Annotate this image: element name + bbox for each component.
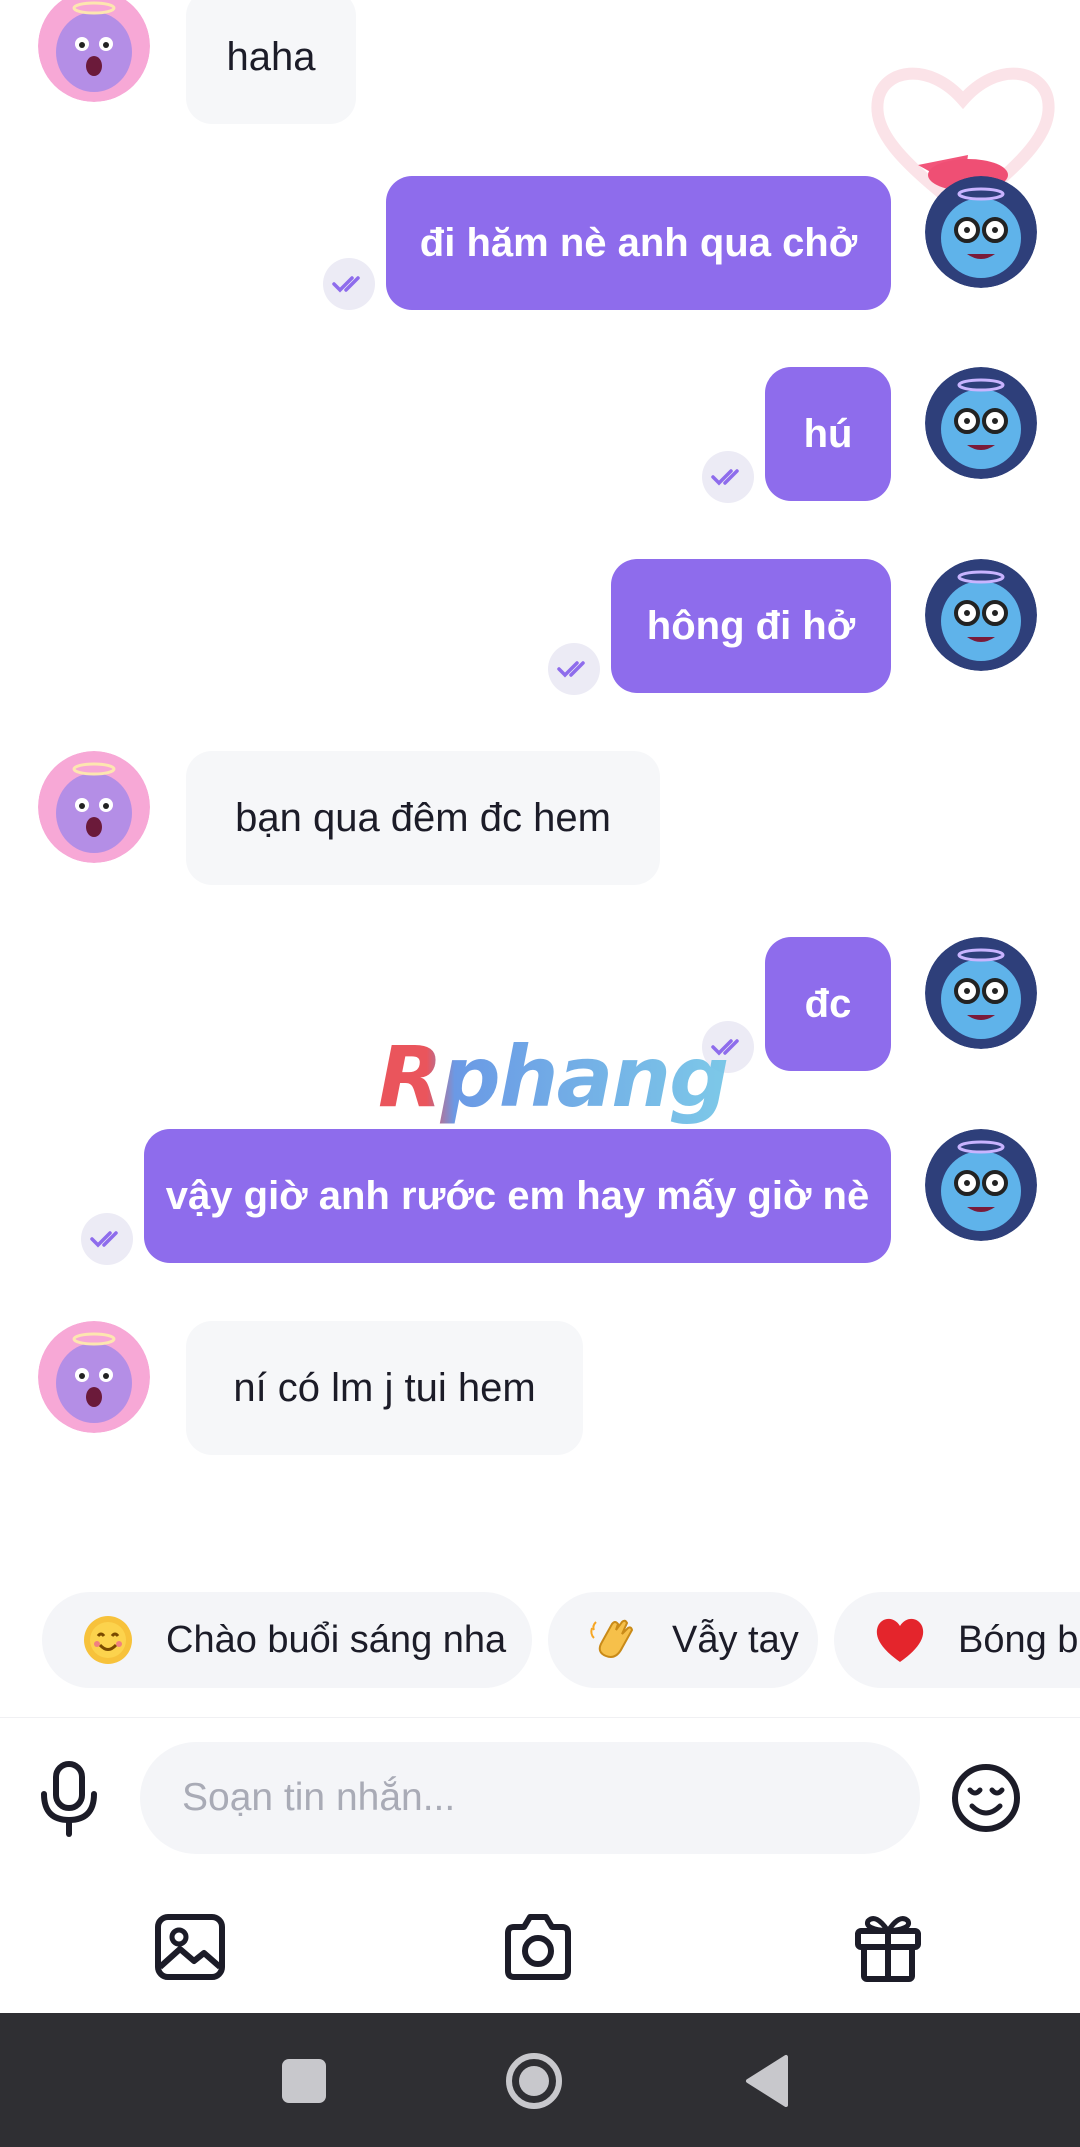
user-avatar[interactable] xyxy=(925,1129,1037,1241)
home-button[interactable] xyxy=(504,2051,564,2111)
quick-reply-label: Chào buổi sáng nha xyxy=(166,1618,507,1661)
recent-apps-button[interactable] xyxy=(274,2051,334,2111)
incoming-message[interactable]: haha xyxy=(186,0,356,124)
chat-area: haha đi hăm nè anh qua chở hú hông đi hở xyxy=(0,0,1080,1580)
read-receipt-icon xyxy=(702,451,754,503)
quick-reply-chip[interactable]: Vẫy tay xyxy=(548,1592,818,1688)
read-receipt-icon xyxy=(548,643,600,695)
quick-reply-chip[interactable]: Bóng ba xyxy=(834,1592,1080,1688)
waving-hand-emoji-icon xyxy=(586,1612,642,1668)
microphone-icon[interactable] xyxy=(36,1760,102,1838)
contact-avatar[interactable] xyxy=(38,0,150,102)
image-icon[interactable] xyxy=(152,1909,228,1985)
smiley-icon[interactable] xyxy=(950,1762,1022,1834)
incoming-message[interactable]: ní có lm j tui hem xyxy=(186,1321,583,1455)
attachment-toolbar xyxy=(0,1887,1080,2013)
user-avatar[interactable] xyxy=(925,176,1037,288)
message-input[interactable] xyxy=(140,1742,920,1854)
read-receipt-icon xyxy=(81,1213,133,1265)
message-composer xyxy=(0,1717,1080,1888)
quick-reply-chip[interactable]: Chào buổi sáng nha xyxy=(42,1592,532,1688)
outgoing-message[interactable]: hú xyxy=(765,367,891,501)
outgoing-message[interactable]: vậy giờ anh rước em hay mấy giờ nè xyxy=(144,1129,891,1263)
outgoing-message[interactable]: đc xyxy=(765,937,891,1071)
back-button[interactable] xyxy=(738,2051,798,2111)
outgoing-message[interactable]: hông đi hở xyxy=(611,559,891,693)
contact-avatar[interactable] xyxy=(38,751,150,863)
red-heart-emoji-icon xyxy=(872,1612,928,1668)
user-avatar[interactable] xyxy=(925,559,1037,671)
user-avatar[interactable] xyxy=(925,367,1037,479)
quick-reply-bar: Chào buổi sáng nha Vẫy tay Bóng ba xyxy=(0,1592,1080,1688)
incoming-message[interactable]: bạn qua đêm đc hem xyxy=(186,751,660,885)
quick-reply-label: Vẫy tay xyxy=(672,1618,799,1661)
gift-icon[interactable] xyxy=(850,1909,926,1985)
quick-reply-label: Bóng ba xyxy=(958,1618,1080,1661)
user-avatar[interactable] xyxy=(925,937,1037,1049)
camera-icon[interactable] xyxy=(500,1909,576,1985)
system-navigation-bar xyxy=(0,2013,1080,2147)
read-receipt-icon xyxy=(323,258,375,310)
contact-avatar[interactable] xyxy=(38,1321,150,1433)
outgoing-message[interactable]: đi hăm nè anh qua chở xyxy=(386,176,891,310)
watermark-logo: Rphang xyxy=(378,1028,729,1126)
smiling-sun-emoji-icon xyxy=(80,1612,136,1668)
